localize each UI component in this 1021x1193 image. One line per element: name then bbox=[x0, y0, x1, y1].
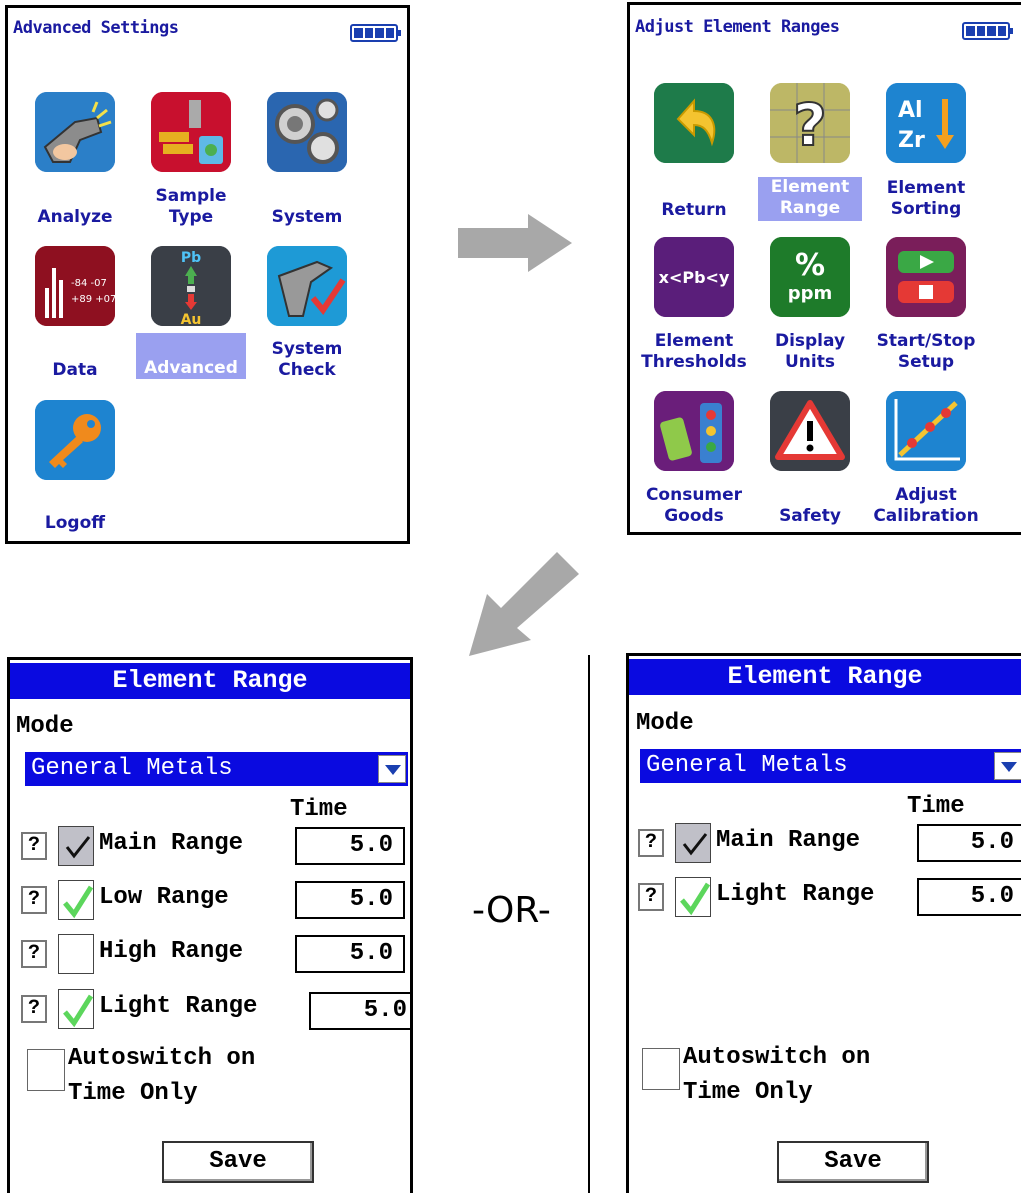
svg-text:ppm: ppm bbox=[788, 283, 833, 304]
time-header: Time bbox=[907, 793, 965, 820]
gears-icon[interactable] bbox=[267, 92, 347, 172]
consumer-goods-label[interactable]: Consumer Goods bbox=[639, 485, 749, 527]
mode-dropdown[interactable]: General Metals bbox=[25, 752, 408, 786]
sample-type-icon[interactable] bbox=[151, 92, 231, 172]
low-range-label: Low Range bbox=[99, 884, 229, 911]
arrow-down-left-icon bbox=[469, 552, 579, 656]
low-range-time-input[interactable]: 5.0 bbox=[295, 881, 405, 919]
svg-text:Pb: Pb bbox=[181, 250, 201, 266]
screen-title: Advanced Settings bbox=[13, 18, 179, 38]
mode-value: General Metals bbox=[31, 755, 233, 782]
svg-text:-84 -07: -84 -07 bbox=[71, 278, 107, 289]
element-range-panel-full: Element Range Mode General Metals Time ?… bbox=[7, 657, 413, 1193]
time-header: Time bbox=[290, 796, 348, 823]
light-range-time-input[interactable]: 5.0 bbox=[917, 878, 1021, 916]
help-button-light-range[interactable]: ? bbox=[638, 883, 664, 911]
autoswitch-checkbox[interactable] bbox=[642, 1048, 680, 1090]
element-sorting-icon[interactable]: Al Zr bbox=[886, 83, 966, 163]
start-stop-icon[interactable] bbox=[886, 237, 966, 317]
high-range-time-input[interactable]: 5.0 bbox=[295, 935, 405, 973]
svg-text:+89 +07: +89 +07 bbox=[71, 294, 115, 305]
element-range-panel-light: Element Range Mode General Metals Time ?… bbox=[626, 653, 1021, 1193]
panel-title: Element Range bbox=[629, 659, 1021, 695]
chevron-down-icon[interactable] bbox=[994, 752, 1021, 780]
safety-warning-icon[interactable] bbox=[770, 391, 850, 471]
mode-dropdown[interactable]: General Metals bbox=[640, 749, 1021, 783]
main-range-time-input[interactable]: 5.0 bbox=[917, 824, 1021, 862]
logoff-label[interactable]: Logoff bbox=[20, 513, 130, 534]
key-icon[interactable] bbox=[35, 400, 115, 480]
light-range-label: Light Range bbox=[716, 881, 875, 908]
sample-type-label[interactable]: Sample Type bbox=[136, 186, 246, 228]
main-range-label: Main Range bbox=[716, 827, 861, 854]
autoswitch-label-line1: Autoswitch on bbox=[683, 1044, 871, 1071]
calibration-icon[interactable] bbox=[886, 391, 966, 471]
return-label[interactable]: Return bbox=[639, 200, 749, 221]
help-button-main-range[interactable]: ? bbox=[638, 829, 664, 857]
main-range-label: Main Range bbox=[99, 830, 244, 857]
main-range-time-input[interactable]: 5.0 bbox=[295, 827, 405, 865]
data-label[interactable]: Data bbox=[20, 360, 130, 381]
battery-icon bbox=[350, 24, 401, 42]
adjust-element-ranges-screen: Adjust Element Ranges Return ? Element R… bbox=[627, 2, 1021, 535]
element-range-label[interactable]: Element Range bbox=[758, 177, 862, 221]
high-range-label: High Range bbox=[99, 938, 244, 965]
element-sorting-label[interactable]: Element Sorting bbox=[871, 178, 981, 220]
analyzer-gun-icon[interactable] bbox=[35, 92, 115, 172]
advanced-icon[interactable]: Pb Au bbox=[151, 246, 231, 326]
light-range-label: Light Range bbox=[99, 993, 258, 1020]
checkbox-high-range[interactable] bbox=[58, 934, 94, 974]
autoswitch-label-line2: Time Only bbox=[68, 1080, 198, 1107]
or-separator: -OR- bbox=[472, 890, 551, 931]
checkbox-main-range[interactable] bbox=[675, 823, 711, 863]
adjust-calibration-label[interactable]: Adjust Calibration bbox=[866, 485, 986, 527]
save-button[interactable]: Save bbox=[777, 1141, 929, 1183]
svg-text:x<Pb<y: x<Pb<y bbox=[659, 268, 730, 287]
save-button[interactable]: Save bbox=[162, 1141, 314, 1183]
mode-label: Mode bbox=[636, 710, 694, 737]
arrow-right-icon bbox=[458, 214, 572, 272]
mode-value: General Metals bbox=[646, 752, 848, 779]
battery-icon bbox=[962, 22, 1013, 40]
display-units-label[interactable]: Display Units bbox=[755, 331, 865, 373]
svg-text:Al: Al bbox=[898, 98, 923, 123]
autoswitch-label-line1: Autoswitch on bbox=[68, 1045, 256, 1072]
consumer-goods-icon[interactable] bbox=[654, 391, 734, 471]
checkbox-light-range[interactable] bbox=[675, 877, 711, 917]
display-units-icon[interactable]: % ppm bbox=[770, 237, 850, 317]
light-range-time-input[interactable]: 5.0 bbox=[309, 992, 410, 1030]
advanced-settings-screen: Advanced Settings Analyze Sample Type Sy… bbox=[5, 5, 410, 544]
help-button-main-range[interactable]: ? bbox=[21, 832, 47, 860]
autoswitch-checkbox[interactable] bbox=[27, 1049, 65, 1091]
chevron-down-icon[interactable] bbox=[378, 755, 406, 783]
help-button-light-range[interactable]: ? bbox=[21, 995, 47, 1023]
system-check-icon[interactable] bbox=[267, 246, 347, 326]
help-button-low-range[interactable]: ? bbox=[21, 886, 47, 914]
svg-text:Zr: Zr bbox=[898, 128, 925, 153]
checkbox-main-range[interactable] bbox=[58, 826, 94, 866]
autoswitch-label-line2: Time Only bbox=[683, 1079, 813, 1106]
analyze-label[interactable]: Analyze bbox=[20, 207, 130, 228]
mode-label: Mode bbox=[16, 713, 74, 740]
return-arrow-icon[interactable] bbox=[654, 83, 734, 163]
element-thresholds-icon[interactable]: x<Pb<y bbox=[654, 237, 734, 317]
svg-text:?: ? bbox=[793, 91, 827, 159]
element-thresholds-label[interactable]: Element Thresholds bbox=[634, 331, 754, 373]
panel-title: Element Range bbox=[10, 663, 410, 699]
screen-title: Adjust Element Ranges bbox=[635, 17, 840, 37]
advanced-label[interactable]: Advanced bbox=[136, 333, 246, 379]
system-check-label[interactable]: System Check bbox=[252, 339, 362, 381]
checkbox-light-range[interactable] bbox=[58, 989, 94, 1029]
system-label[interactable]: System bbox=[252, 207, 362, 228]
help-button-high-range[interactable]: ? bbox=[21, 940, 47, 968]
element-range-icon[interactable]: ? bbox=[770, 83, 850, 163]
start-stop-label[interactable]: Start/Stop Setup bbox=[866, 331, 986, 373]
checkbox-low-range[interactable] bbox=[58, 880, 94, 920]
vertical-divider bbox=[588, 655, 590, 1193]
svg-text:Au: Au bbox=[181, 312, 202, 326]
safety-label[interactable]: Safety bbox=[755, 506, 865, 527]
data-icon[interactable]: -84 -07 +89 +07 bbox=[35, 246, 115, 326]
svg-text:%: % bbox=[795, 248, 825, 283]
